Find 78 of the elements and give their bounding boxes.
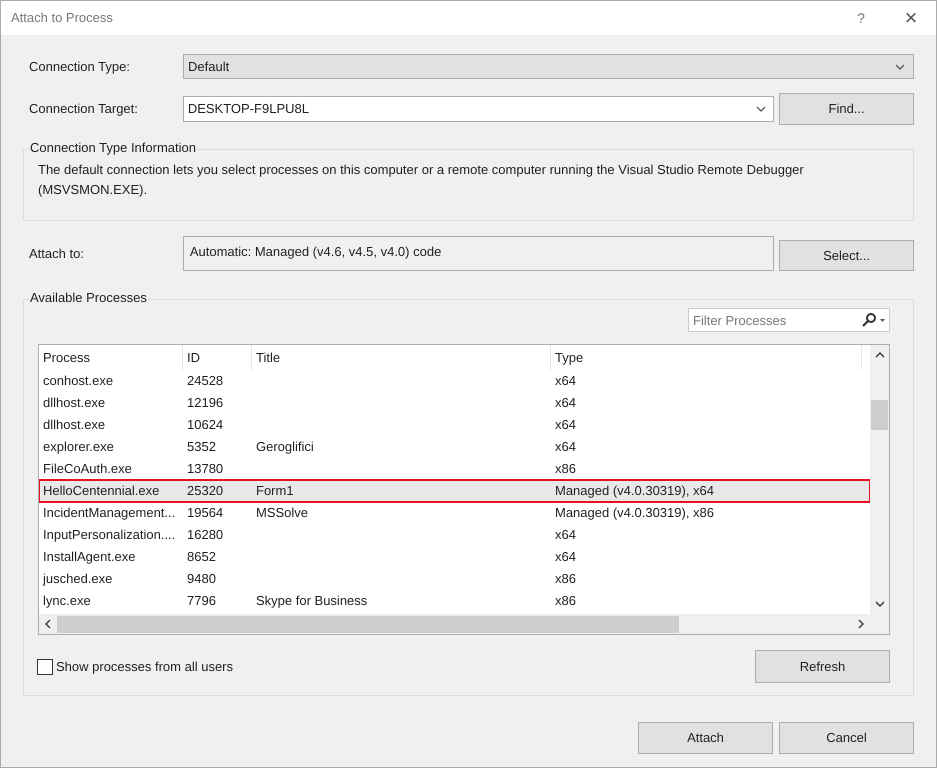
- table-cell: conhost.exe: [43, 373, 114, 388]
- table-cell: 25320: [187, 483, 224, 498]
- table-row[interactable]: dllhost.exe 10624 x64: [39, 414, 870, 436]
- select-button[interactable]: Select...: [779, 240, 914, 271]
- table-cell: x64: [555, 549, 576, 564]
- column-header[interactable]: Type: [551, 345, 862, 370]
- table-cell: IncidentManagement...: [43, 505, 176, 520]
- table-cell: 24528: [187, 373, 224, 388]
- table-cell: MSSolve: [256, 505, 308, 520]
- table-cell: Skype for Business: [256, 593, 368, 608]
- table-row[interactable]: HelloCentennial.exe 25320 Form1 Managed (v4.0.30319), x64: [39, 480, 870, 502]
- help-button[interactable]: ?: [846, 8, 876, 28]
- table-row[interactable]: FileCoAuth.exe 13780 x86: [39, 458, 870, 480]
- filter-field[interactable]: Filter Processes: [688, 308, 890, 332]
- table-cell: InputPersonalization....: [43, 527, 176, 542]
- chevron-down-icon: [895, 64, 905, 70]
- table-cell: Managed (v4.0.30319), x86: [555, 505, 714, 520]
- table-cell: x86: [555, 571, 576, 586]
- table-row[interactable]: conhost.exe 24528 x64: [39, 370, 870, 392]
- table-row[interactable]: IncidentManagement... 19564 MSSolve Managed (v4.0.30319), x86: [39, 502, 870, 524]
- connection-type-dropdown[interactable]: Default: [183, 54, 914, 79]
- window-title: Attach to Process: [11, 9, 113, 28]
- table-cell: HelloCentennial.exe: [43, 483, 160, 498]
- scroll-thumb[interactable]: [871, 400, 888, 430]
- table-cell: 16280: [187, 527, 224, 542]
- table-cell: 12196: [187, 395, 224, 410]
- table-cell: InstallAgent.exe: [43, 549, 136, 564]
- checkbox-label: Show processes from all users: [56, 658, 234, 676]
- dialog-button[interactable]: Attach: [638, 722, 773, 754]
- connection-target-dropdown[interactable]: DESKTOP-F9LPU8L: [182, 96, 774, 122]
- table-cell: x64: [555, 373, 576, 388]
- table-row[interactable]: explorer.exe 5352 Geroglifici x64: [39, 436, 870, 458]
- scroll-thumb[interactable]: [57, 616, 679, 632]
- chevron-down-icon: [756, 106, 766, 112]
- table-cell: 5352: [187, 439, 216, 454]
- table-cell: x86: [555, 461, 576, 476]
- field-label: Attach to:: [28, 244, 85, 263]
- table-row[interactable]: jusched.exe 9480 x86: [39, 568, 870, 590]
- table-row[interactable]: dllhost.exe 12196 x64: [39, 392, 870, 414]
- table-row[interactable]: lync.exe 7796 Skype for Business x86: [39, 590, 870, 612]
- table-cell: lync.exe: [43, 593, 91, 608]
- table-cell: 19564: [187, 505, 224, 520]
- vertical-scrollbar[interactable]: [870, 345, 889, 614]
- table-cell: 9480: [187, 571, 216, 586]
- table-cell: 10624: [187, 417, 224, 432]
- refresh-button[interactable]: Refresh: [755, 650, 890, 683]
- horizontal-scrollbar[interactable]: [39, 614, 889, 634]
- table-cell: Geroglifici: [256, 439, 314, 454]
- table-cell: x64: [555, 527, 576, 542]
- attach-to-field: Automatic: Managed (v4.6, v4.5, v4.0) code: [182, 236, 774, 271]
- table-cell: x64: [555, 417, 576, 432]
- table-cell: 8652: [187, 549, 216, 564]
- dialog-button[interactable]: Cancel: [779, 722, 914, 754]
- table-cell: x64: [555, 395, 576, 410]
- table-cell: dllhost.exe: [43, 417, 106, 432]
- group-title: Connection Type Information: [30, 140, 196, 156]
- table-cell: dllhost.exe: [43, 395, 106, 410]
- field-label: Connection Target:: [28, 100, 139, 118]
- checkbox[interactable]: [37, 658, 53, 674]
- find-button[interactable]: Find...: [779, 93, 914, 125]
- table-cell: Managed (v4.0.30319), x64: [555, 483, 714, 498]
- table-cell: jusched.exe: [43, 571, 112, 586]
- table-cell: x64: [555, 439, 576, 454]
- table-cell: 7796: [187, 593, 216, 608]
- close-button[interactable]: ×: [896, 7, 926, 29]
- column-header[interactable]: ID: [183, 345, 252, 370]
- search-icon: [860, 313, 886, 327]
- column-header[interactable]: Process: [39, 345, 183, 370]
- table-cell: explorer.exe: [43, 439, 114, 454]
- column-header[interactable]: Title: [252, 345, 551, 370]
- table-row[interactable]: InstallAgent.exe 8652 x64: [39, 546, 870, 568]
- table-cell: Form1: [256, 483, 294, 498]
- info-text: The default connection lets you select processes on this computer or a remote computer running the Visual Studio Remote Debugger (MSVSMON.EXE).: [37, 161, 805, 199]
- table-row[interactable]: InputPersonalization.... 16280 x64: [39, 524, 870, 546]
- table-cell: 13780: [187, 461, 224, 476]
- table-cell: FileCoAuth.exe: [43, 461, 132, 476]
- table-cell: x86: [555, 593, 576, 608]
- field-label: Connection Type:: [28, 58, 131, 76]
